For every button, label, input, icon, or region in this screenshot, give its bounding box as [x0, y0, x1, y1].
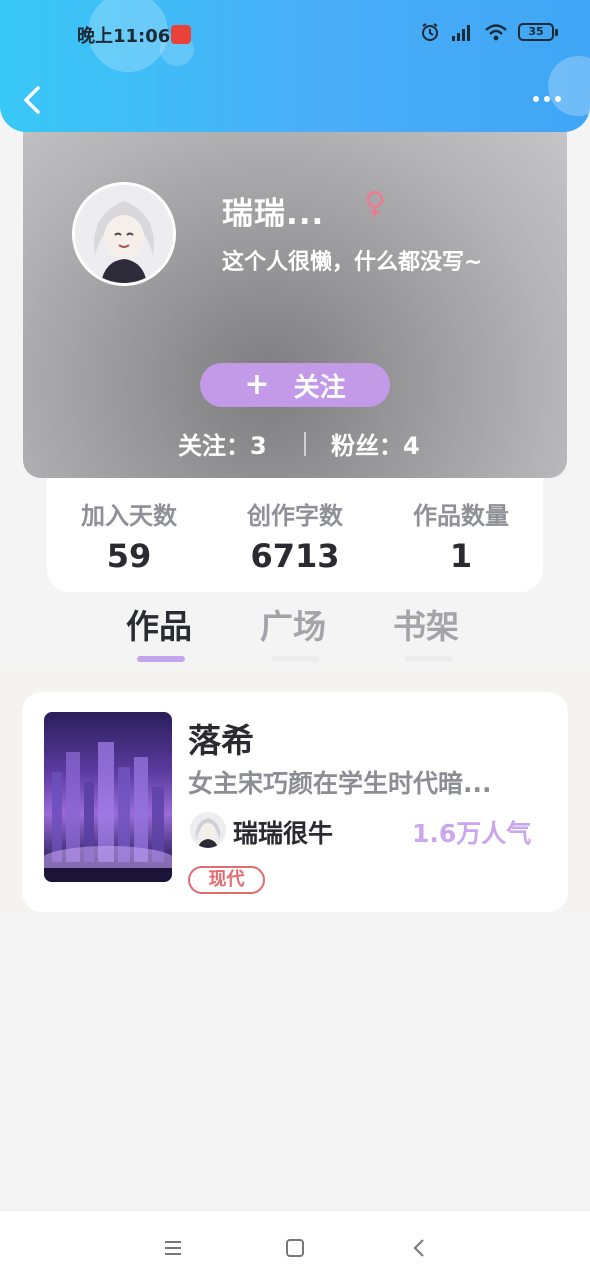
tab-bar: 作品 广场 书架: [0, 600, 590, 668]
wifi-icon: [485, 24, 507, 41]
female-icon: ♀: [364, 186, 386, 221]
tab-indicator: [271, 656, 319, 662]
home-button[interactable]: [280, 1233, 310, 1263]
username: 瑞瑞...: [222, 196, 325, 232]
more-dot: [555, 96, 561, 102]
follow-button[interactable]: + 关注: [200, 363, 390, 407]
home-icon: [286, 1239, 304, 1257]
stat-value: 59: [106, 537, 152, 575]
tab-bookshelf[interactable]: 书架: [393, 600, 459, 648]
more-dot: [544, 96, 550, 102]
more-dot: [533, 96, 539, 102]
stat-label: 加入天数: [81, 502, 177, 530]
divider: [304, 432, 306, 456]
stat-word-count: 创作字数 6713: [215, 496, 375, 575]
app-notification-icon: [171, 25, 191, 44]
stat-label: 作品数量: [413, 502, 509, 530]
following-count[interactable]: 关注：3: [178, 426, 267, 461]
tab-indicator: [137, 656, 185, 662]
follow-label: 关注: [293, 372, 346, 403]
battery-icon: 35: [518, 23, 558, 41]
work-description: 女主宋巧颜在学生时代暗...: [188, 769, 492, 798]
stat-join-days: 加入天数 59: [49, 496, 209, 575]
system-nav-bar: [0, 1210, 590, 1280]
status-icons: 35: [420, 22, 558, 42]
popularity-count: 1.6万人气: [412, 819, 532, 848]
avatar-image: [75, 185, 173, 283]
work-title[interactable]: 落希: [188, 714, 254, 762]
genre-tag: 现代: [188, 866, 265, 894]
chevron-left-icon: [24, 86, 40, 114]
status-bar: 晚上11:06 35: [0, 0, 590, 68]
stat-value: 6713: [250, 537, 340, 575]
stat-value: 1: [449, 537, 473, 575]
nav-back-button[interactable]: [404, 1233, 434, 1263]
cover-image: [44, 742, 172, 882]
author-avatar-image: [190, 812, 226, 848]
tab-works[interactable]: 作品: [126, 600, 192, 648]
back-button[interactable]: [18, 82, 50, 118]
back-triangle-icon: [413, 1239, 424, 1257]
alarm-icon: [422, 23, 438, 41]
menu-icon: [165, 1241, 181, 1255]
status-time: 晚上11:06: [77, 26, 171, 47]
profile-card: [23, 100, 567, 478]
author-name: 瑞瑞很牛: [233, 819, 334, 848]
fans-count[interactable]: 粉丝：4: [331, 426, 420, 461]
tab-indicator: [405, 656, 453, 662]
avatar[interactable]: [72, 182, 176, 286]
tab-square[interactable]: 广场: [260, 600, 326, 648]
author-avatar: [190, 812, 226, 848]
more-button[interactable]: [530, 86, 564, 112]
stat-works-count: 作品数量 1: [381, 496, 541, 575]
plus-icon: +: [244, 367, 270, 402]
book-cover[interactable]: [44, 712, 172, 882]
menu-button[interactable]: [158, 1233, 188, 1263]
stat-label: 创作字数: [247, 502, 343, 530]
signal-icon: [452, 25, 470, 41]
user-bio: 这个人很懒，什么都没写~: [222, 250, 483, 275]
stats-card: 加入天数 59 创作字数 6713 作品数量 1: [47, 466, 543, 592]
